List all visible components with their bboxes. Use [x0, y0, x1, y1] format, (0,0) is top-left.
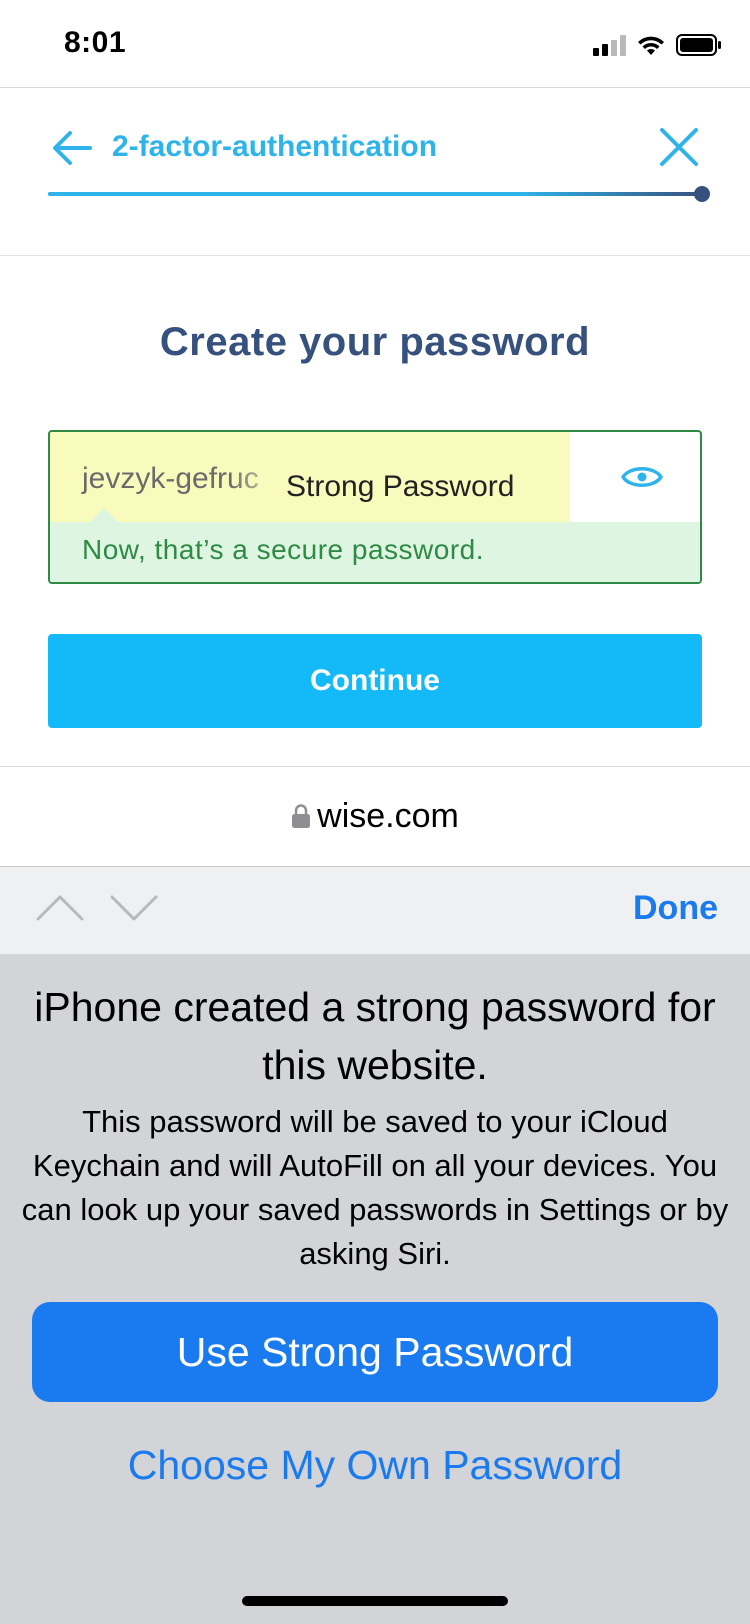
strong-password-label: Strong Password: [286, 470, 515, 503]
close-icon[interactable]: [656, 124, 702, 170]
tooltip-caret: [90, 508, 118, 522]
choose-own-password-button[interactable]: Choose My Own Password: [0, 1442, 750, 1489]
cellular-signal-icon: [593, 34, 626, 56]
flow-header: 2-factor-authentication: [0, 88, 750, 256]
eye-icon[interactable]: [620, 458, 664, 496]
battery-icon: [676, 34, 721, 56]
status-bar: 8:01: [0, 0, 750, 88]
password-fade: [230, 456, 290, 500]
continue-button[interactable]: Continue: [48, 634, 702, 728]
progress-dot: [694, 186, 710, 202]
password-field[interactable]: jevzyk-gefruc Strong Password Now, that’…: [48, 430, 702, 584]
wifi-icon: [638, 36, 664, 55]
chevron-down-icon[interactable]: [110, 891, 158, 925]
chevron-up-icon[interactable]: [36, 891, 84, 925]
validation-message: Now, that’s a secure password.: [82, 534, 485, 565]
header-title: 2-factor-authentication: [112, 130, 438, 163]
use-strong-password-button[interactable]: Use Strong Password: [32, 1302, 718, 1402]
keyboard-accessory-toolbar: Done: [0, 866, 750, 954]
home-indicator: [242, 1596, 508, 1606]
progress-bar: [48, 192, 702, 196]
page-title: Create your password: [159, 320, 591, 364]
domain-display: wise.com: [0, 797, 750, 836]
lock-icon: [292, 804, 311, 828]
sheet-description: This password will be saved to your iClo…: [21, 1104, 729, 1271]
browser-address-bar[interactable]: wise.com: [0, 766, 750, 866]
password-input[interactable]: jevzyk-gefruc Strong Password: [50, 432, 570, 522]
status-icons: [593, 30, 722, 60]
progress-fill: [48, 192, 702, 196]
back-arrow-icon[interactable]: [50, 126, 94, 170]
sheet-title: iPhone created a strong password for thi…: [34, 984, 716, 1088]
domain-text: wise.com: [317, 797, 459, 835]
status-time: 8:01: [64, 26, 127, 59]
password-suggestion-sheet: iPhone created a strong password for thi…: [0, 954, 750, 1624]
validation-message-area: Now, that’s a secure password.: [50, 522, 700, 582]
done-button[interactable]: Done: [633, 889, 718, 928]
